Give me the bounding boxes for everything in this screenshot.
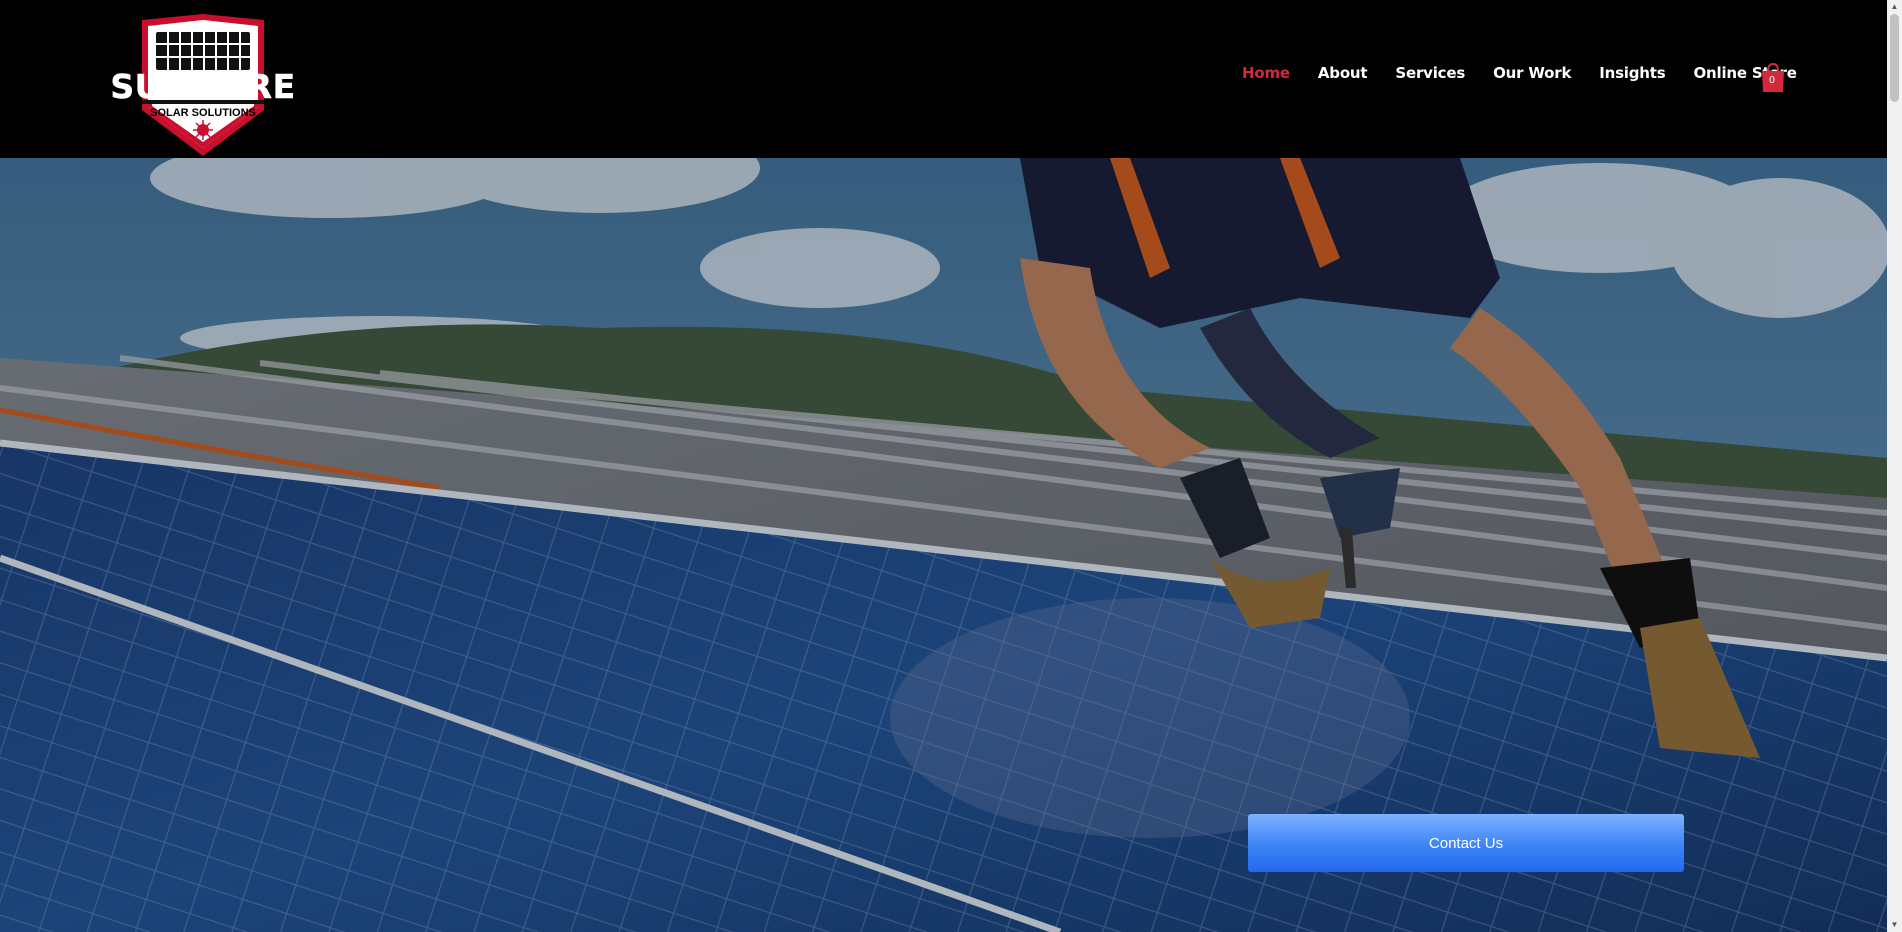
nav-insights[interactable]: Insights xyxy=(1599,64,1665,82)
logo-wordmark: SUREFIRE xyxy=(110,67,296,106)
site-header: SUREFIRE SOLAR SOLUTIONS Home About Serv… xyxy=(0,0,1887,158)
nav-services[interactable]: Services xyxy=(1395,64,1465,82)
surefire-logo[interactable]: SUREFIRE SOLAR SOLUTIONS xyxy=(96,14,310,158)
main-nav: Home About Services Our Work Insights On… xyxy=(1242,64,1825,82)
scroll-thumb[interactable] xyxy=(1890,14,1899,102)
logo-tagline: SOLAR SOLUTIONS xyxy=(150,107,256,119)
nav-our-work[interactable]: Our Work xyxy=(1493,64,1571,82)
nav-about[interactable]: About xyxy=(1318,64,1368,82)
hero-section: Contact Us xyxy=(0,158,1887,932)
cart-count: 0 xyxy=(1769,75,1775,86)
scroll-down-arrow-icon[interactable]: ▼ xyxy=(1890,920,1899,930)
nav-home[interactable]: Home xyxy=(1242,64,1290,82)
scroll-up-arrow-icon[interactable]: ▲ xyxy=(1890,2,1899,12)
contact-us-button[interactable]: Contact Us xyxy=(1248,814,1684,872)
cart-button[interactable]: 0 xyxy=(1760,62,1786,94)
page-scrollbar[interactable]: ▲ ▼ xyxy=(1887,0,1902,932)
